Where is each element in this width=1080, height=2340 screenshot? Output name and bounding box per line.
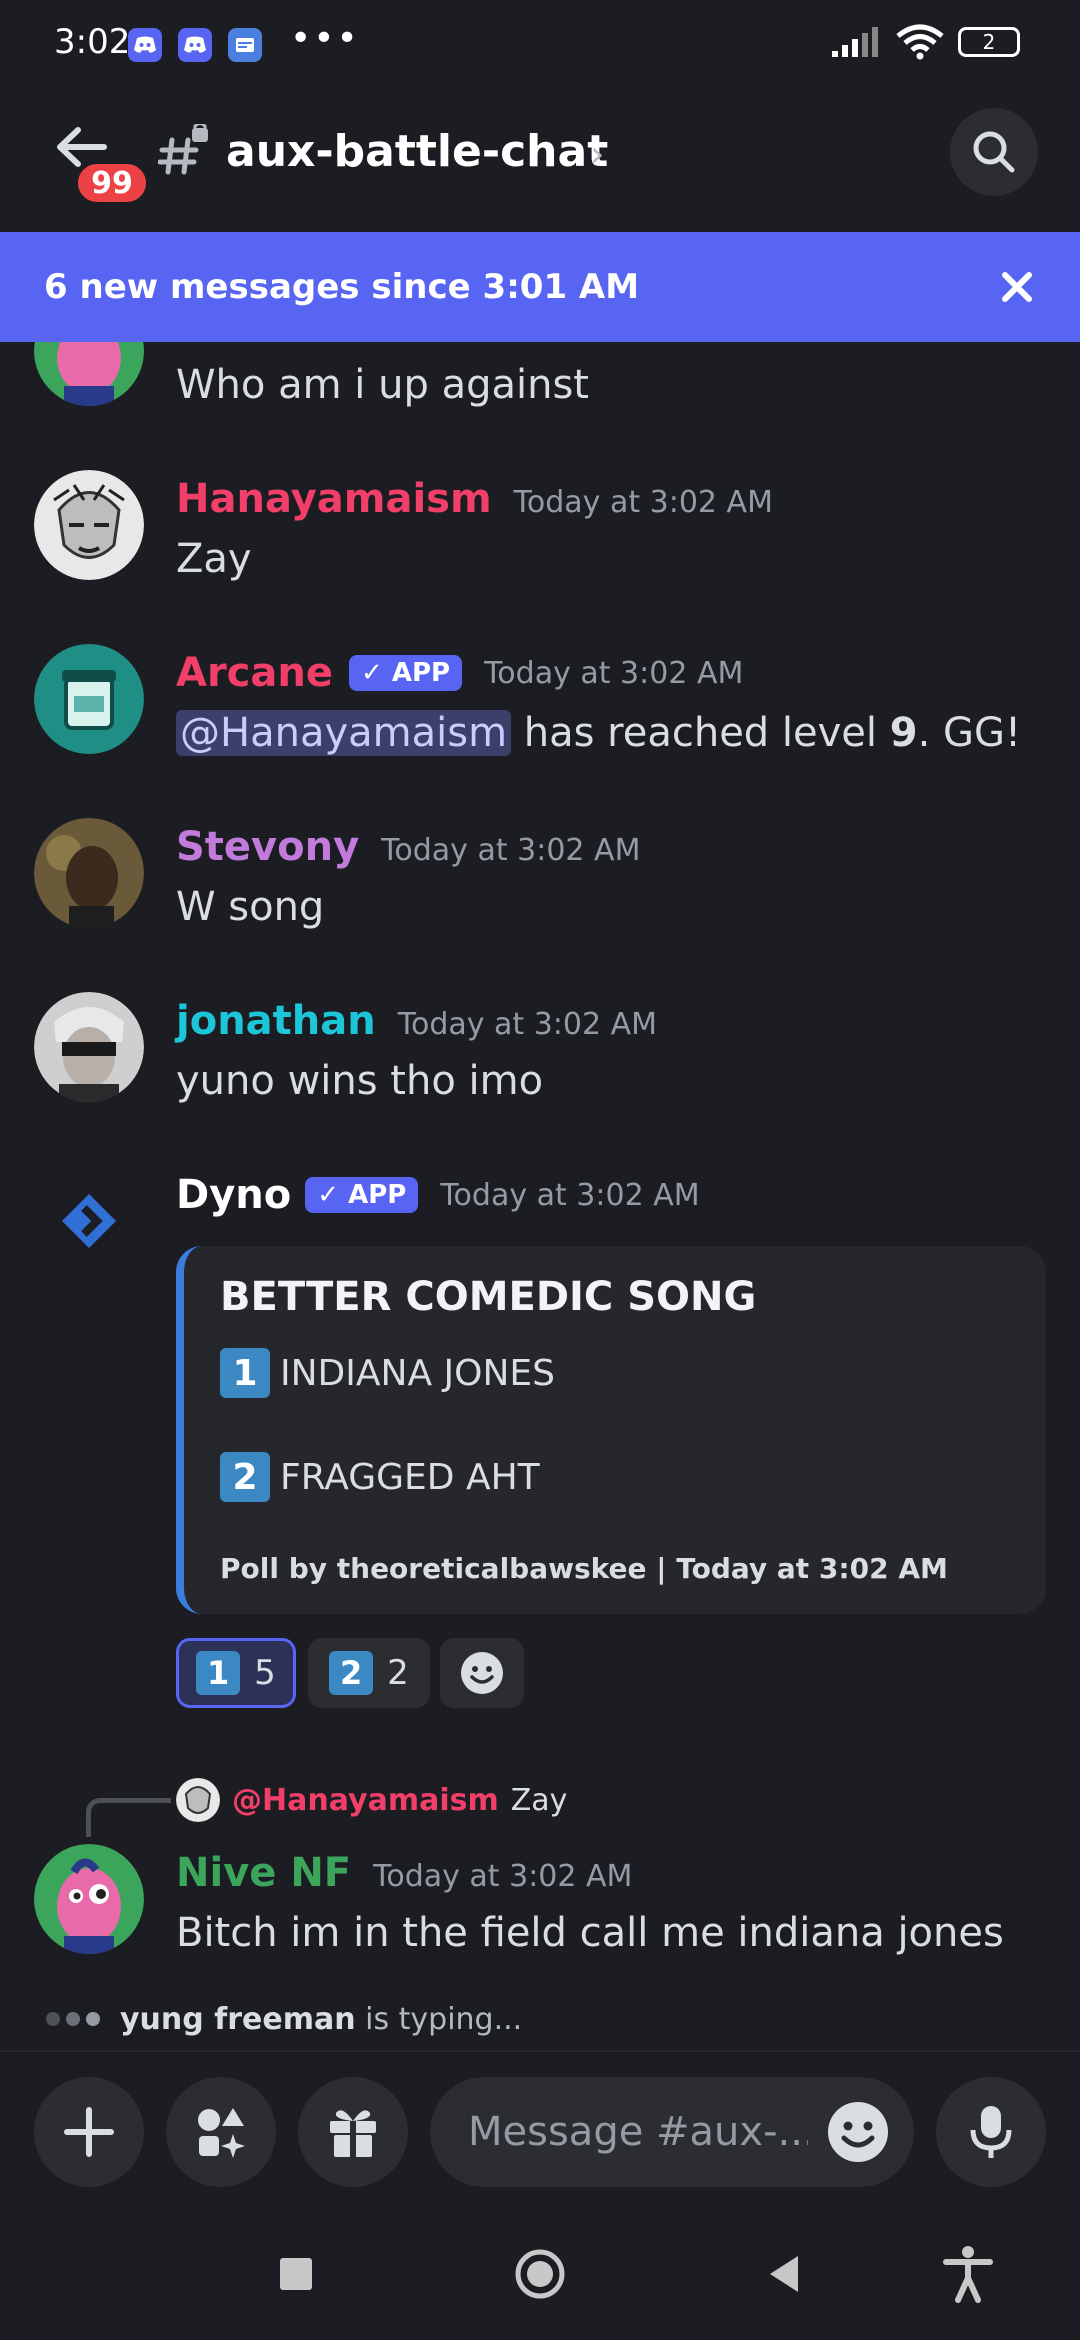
microphone-icon bbox=[970, 2106, 1012, 2158]
message-author[interactable]: Arcane bbox=[176, 650, 333, 696]
message-text: Who am i up against bbox=[176, 362, 589, 408]
recents-button[interactable] bbox=[280, 2258, 312, 2290]
message-author[interactable]: jonathan bbox=[176, 998, 376, 1044]
status-time: 3:02 bbox=[54, 22, 131, 62]
message-timestamp: Today at 3:02 AM bbox=[397, 1007, 658, 1042]
typing-indicator: yung freeman is typing... bbox=[120, 2002, 523, 2037]
avatar[interactable] bbox=[34, 470, 144, 580]
poll-title: BETTER COMEDIC SONG bbox=[220, 1274, 757, 1320]
signal-icon bbox=[832, 27, 878, 57]
message-timestamp: Today at 3:02 AM bbox=[373, 1859, 633, 1894]
system-status-icons: 2 bbox=[830, 24, 1020, 60]
locked-channel-hash-icon bbox=[157, 122, 214, 184]
message-timestamp: Today at 3:02 AM bbox=[381, 833, 641, 868]
voice-message-button[interactable] bbox=[936, 2077, 1046, 2187]
new-messages-banner[interactable]: 6 new messages since 3:01 AM bbox=[0, 232, 1080, 342]
search-icon bbox=[973, 131, 1015, 173]
keycap-1-icon: 1 bbox=[196, 1651, 241, 1695]
home-circle-icon bbox=[515, 2249, 565, 2299]
reaction-keycap-1[interactable]: 1 5 bbox=[176, 1638, 296, 1708]
accessibility-icon bbox=[943, 2246, 993, 2303]
avatar[interactable] bbox=[34, 1844, 144, 1954]
message-author[interactable]: Nive NF bbox=[176, 1850, 351, 1896]
dismiss-banner-button[interactable] bbox=[990, 260, 1044, 314]
search-button[interactable] bbox=[950, 108, 1038, 196]
unread-badge: 99 bbox=[74, 160, 150, 206]
reaction-count: 5 bbox=[254, 1653, 276, 1693]
message-text: W song bbox=[176, 884, 325, 930]
close-icon bbox=[1002, 272, 1032, 302]
plus-icon bbox=[64, 2107, 114, 2157]
apps-button[interactable] bbox=[166, 2077, 276, 2187]
gift-button[interactable] bbox=[298, 2077, 408, 2187]
message-timestamp: Today at 3:02 AM bbox=[440, 1177, 700, 1213]
apps-shapes-icon bbox=[198, 2108, 245, 2158]
user-mention[interactable]: @Hanayamaism bbox=[176, 710, 512, 756]
smiley-icon bbox=[828, 2102, 888, 2162]
accessibility-button[interactable] bbox=[940, 2244, 996, 2304]
typing-dots-icon bbox=[46, 2012, 100, 2026]
poll-footer: Poll by theoreticalbawskee | Today at 3:… bbox=[220, 1552, 948, 1585]
channel-title[interactable]: aux-battle-chat bbox=[226, 126, 608, 177]
smiley-add-icon bbox=[461, 1652, 503, 1694]
app-notification-icon bbox=[228, 28, 262, 62]
composer-divider bbox=[0, 2050, 1080, 2052]
gift-icon bbox=[330, 2110, 376, 2157]
reply-preview-text: Zay bbox=[510, 1782, 568, 1818]
message-author[interactable]: Dyno bbox=[176, 1172, 291, 1218]
typing-user: yung freeman bbox=[120, 2002, 356, 2037]
avatar[interactable] bbox=[34, 992, 144, 1102]
chevron-right-icon[interactable]: › bbox=[590, 134, 604, 175]
message-text: Zay bbox=[176, 536, 252, 582]
attach-button[interactable] bbox=[34, 2077, 144, 2187]
discord-notification-icon bbox=[178, 28, 212, 62]
reaction-keycap-2[interactable]: 2 2 bbox=[308, 1638, 430, 1708]
message-input[interactable] bbox=[466, 2108, 810, 2156]
poll-embed: BETTER COMEDIC SONG 1 INDIANA JONES 2 FR… bbox=[176, 1246, 1046, 1614]
app-tag: ✓ APP bbox=[305, 1177, 419, 1213]
wifi-icon bbox=[896, 24, 944, 60]
message-timestamp: Today at 3:02 AM bbox=[484, 655, 744, 691]
poll-option: 2 FRAGGED AHT bbox=[220, 1452, 540, 1502]
reply-reference[interactable]: @Hanayamaism Zay bbox=[176, 1778, 567, 1822]
app-tag: ✓ APP bbox=[349, 655, 463, 691]
new-messages-text: 6 new messages since 3:01 AM bbox=[44, 267, 640, 307]
add-reaction-button[interactable] bbox=[440, 1638, 524, 1708]
message-author[interactable]: Stevony bbox=[176, 824, 359, 870]
discord-notification-icon bbox=[128, 28, 162, 62]
poll-option: 1 INDIANA JONES bbox=[220, 1348, 555, 1398]
more-notifications-icon: ••• bbox=[290, 18, 360, 59]
message-text: Bitch im in the field call me indiana jo… bbox=[176, 1910, 1004, 1956]
avatar[interactable] bbox=[34, 818, 144, 928]
emoji-button[interactable] bbox=[826, 2100, 890, 2164]
avatar[interactable] bbox=[34, 644, 144, 754]
reply-connector bbox=[86, 1798, 171, 1837]
home-button[interactable] bbox=[514, 2248, 566, 2300]
keycap-2-icon: 2 bbox=[329, 1651, 374, 1695]
keycap-1-icon: 1 bbox=[220, 1348, 270, 1398]
message-text: @Hanayamaism has reached level 9. GG! bbox=[176, 710, 1021, 756]
reaction-count: 2 bbox=[387, 1653, 409, 1693]
battery-icon: 2 bbox=[958, 27, 1020, 57]
message-author[interactable]: Hanayamaism bbox=[176, 476, 492, 522]
keycap-2-icon: 2 bbox=[220, 1452, 270, 1502]
reply-avatar bbox=[176, 1778, 220, 1822]
avatar[interactable] bbox=[34, 1166, 144, 1276]
back-nav-button[interactable] bbox=[762, 2252, 806, 2296]
triangle-back-icon bbox=[770, 2256, 798, 2292]
reply-mention[interactable]: @Hanayamaism bbox=[232, 1783, 499, 1818]
message-timestamp: Today at 3:02 AM bbox=[513, 485, 773, 520]
message-text: yuno wins tho imo bbox=[176, 1058, 544, 1104]
